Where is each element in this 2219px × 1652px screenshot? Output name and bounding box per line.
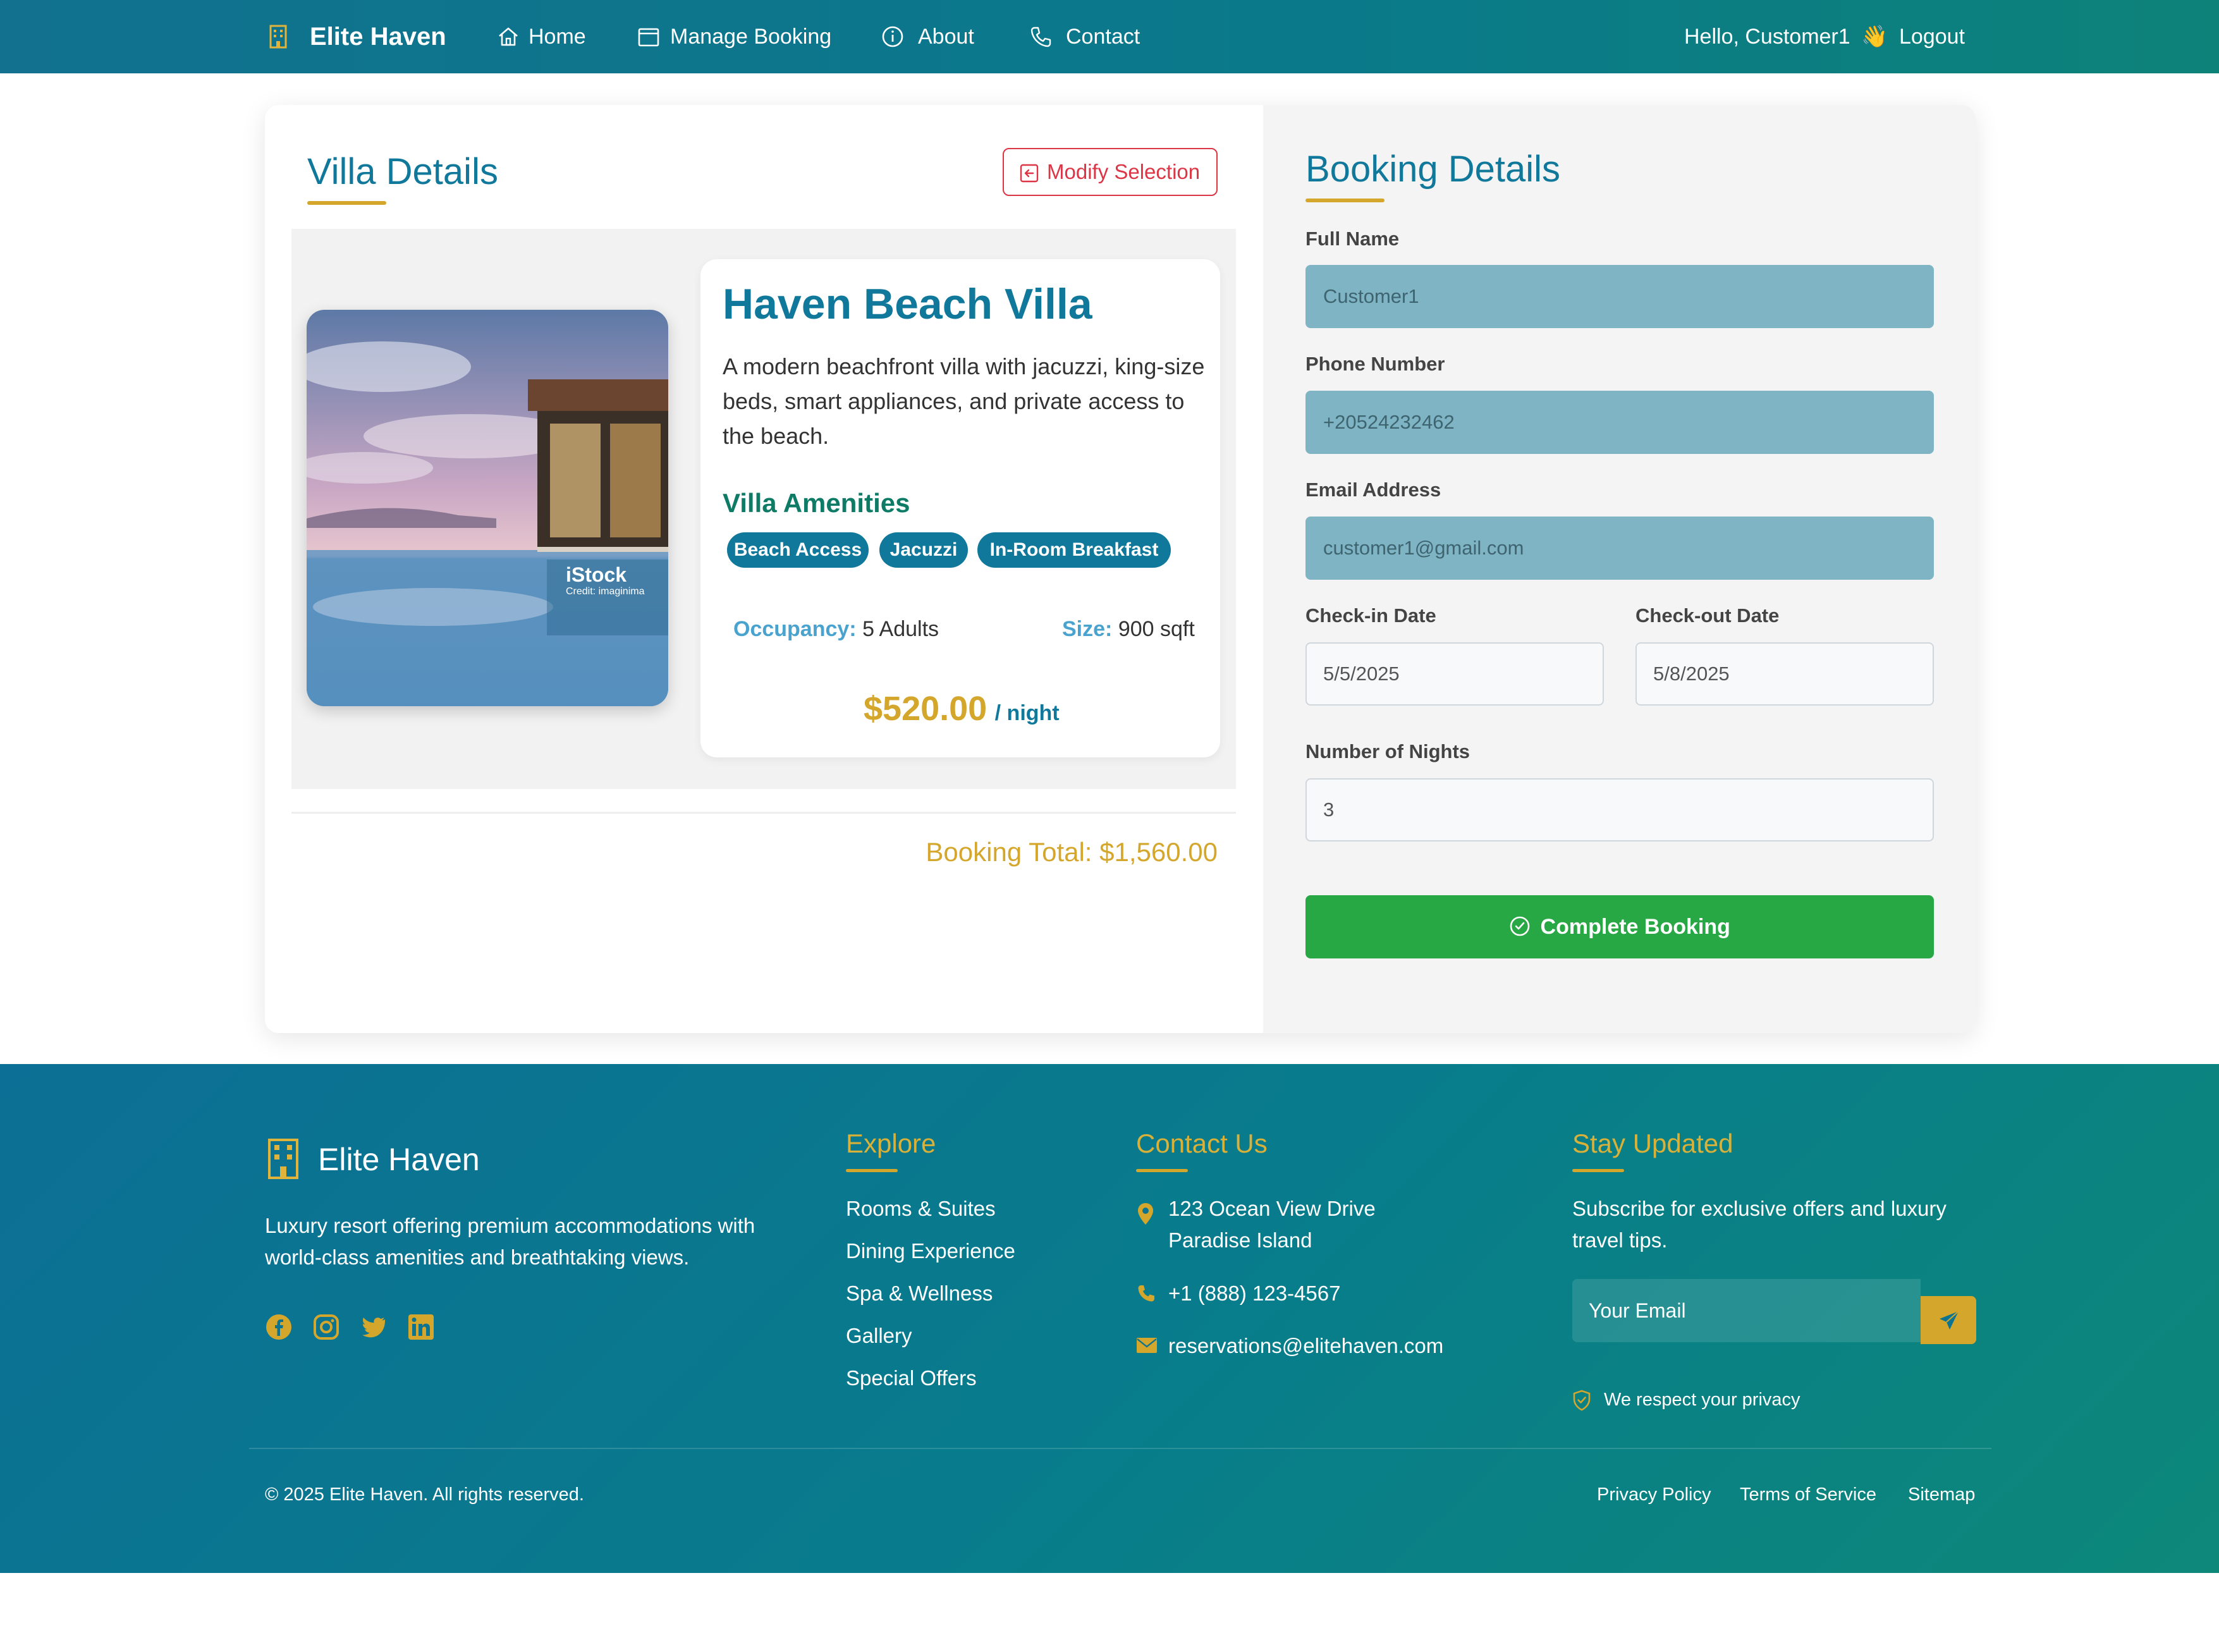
user-greeting-text: Hello, Customer1	[1684, 25, 1850, 49]
explore-underline	[846, 1169, 898, 1172]
address-line2: Paradise Island	[1168, 1228, 1312, 1252]
footer-tagline-line1: Luxury resort offering premium accommoda…	[265, 1214, 755, 1237]
size-label: Size:	[1062, 617, 1113, 641]
privacy-policy-link[interactable]: Privacy Policy	[1597, 1484, 1711, 1505]
sitemap-link[interactable]: Sitemap	[1908, 1484, 1975, 1505]
booking-title-underline	[1305, 199, 1385, 202]
nights-input[interactable]	[1305, 778, 1934, 841]
villa-photo: iStock Credit: imaginima	[307, 310, 668, 706]
villa-details-title: Villa Details	[307, 151, 498, 192]
email-input[interactable]	[1305, 517, 1934, 580]
complete-booking-label: Complete Booking	[1540, 915, 1730, 939]
copyright: © 2025 Elite Haven. All rights reserved.	[265, 1484, 584, 1505]
calendar-icon	[638, 28, 659, 47]
newsletter-subscribe-button[interactable]	[1921, 1296, 1976, 1344]
terms-of-service-link[interactable]: Terms of Service	[1740, 1484, 1876, 1505]
envelope-icon	[1137, 1338, 1157, 1353]
villa-info-card: Haven Beach Villa A modern beachfront vi…	[700, 259, 1220, 757]
full-name-label: Full Name	[1305, 228, 1400, 250]
site-footer: Elite Haven Luxury resort offering premi…	[0, 1064, 2219, 1573]
logout-link[interactable]: Logout	[1899, 0, 1965, 73]
contact-underline	[1136, 1169, 1188, 1172]
size-spec: Size: 900 sqft	[1062, 617, 1195, 642]
contact-title: Contact Us	[1136, 1129, 1268, 1158]
checkin-label: Check-in Date	[1305, 604, 1436, 627]
villa-description: A modern beachfront villa with jacuzzi, …	[723, 353, 1205, 449]
nightly-price: $520.00 / night	[864, 689, 1060, 728]
complete-booking-button[interactable]: Complete Booking	[1305, 895, 1934, 958]
price-amount: $520.00	[864, 690, 987, 728]
user-greeting: Hello, Customer1 👋	[1684, 0, 1888, 73]
nights-label: Number of Nights	[1305, 740, 1470, 762]
building-icon	[268, 1139, 298, 1179]
newsletter-email-input[interactable]	[1572, 1279, 1921, 1342]
newsletter-text-line1: Subscribe for exclusive offers and luxur…	[1572, 1197, 1947, 1220]
nav-link-home-label: Home	[529, 25, 586, 49]
checkin-date-input[interactable]	[1305, 642, 1604, 706]
price-unit: / night	[994, 701, 1060, 725]
map-pin-icon	[1138, 1203, 1153, 1225]
email-label: Email Address	[1305, 479, 1441, 501]
shield-check-icon	[1573, 1390, 1591, 1411]
privacy-note: We respect your privacy	[1604, 1390, 1800, 1410]
info-icon	[882, 26, 903, 47]
villa-name: Haven Beach Villa	[723, 280, 1092, 328]
amenities-title: Villa Amenities	[723, 488, 910, 518]
footer-tagline-line2: world-class amenities and breathtaking v…	[265, 1245, 690, 1269]
phone-icon	[1138, 1285, 1154, 1302]
nav-link-manage-booking-label: Manage Booking	[670, 25, 832, 49]
amenity-badge: Beach Access	[727, 532, 869, 568]
checkout-label: Check-out Date	[1635, 604, 1780, 627]
address-line1: 123 Ocean View Drive	[1168, 1197, 1376, 1220]
linkedin-icon[interactable]	[407, 1313, 435, 1341]
phone-label: Phone Number	[1305, 353, 1445, 375]
villa-photo-illustration: iStock Credit: imaginima	[307, 310, 668, 706]
phone-icon	[1030, 27, 1051, 47]
amenity-badge: In-Room Breakfast	[977, 532, 1171, 568]
occupancy-spec: Occupancy: 5 Adults	[733, 617, 939, 642]
send-icon	[1940, 1311, 1959, 1330]
twitter-icon[interactable]	[360, 1313, 388, 1341]
contact-phone[interactable]: +1 (888) 123-4567	[1168, 1282, 1340, 1306]
occupancy-label: Occupancy:	[733, 617, 857, 641]
footer-link[interactable]: Gallery	[846, 1324, 912, 1348]
modify-selection-button[interactable]: Modify Selection	[1003, 148, 1218, 196]
amenity-badge: Jacuzzi	[879, 532, 968, 568]
phone-input[interactable]	[1305, 391, 1934, 454]
villa-photo-watermark: iStock	[566, 563, 627, 586]
brand-name[interactable]: Elite Haven	[310, 0, 446, 73]
top-navbar: Elite Haven Home Manage Booking About Co…	[0, 0, 2219, 73]
footer-link[interactable]: Dining Experience	[846, 1239, 1015, 1263]
newsletter-title: Stay Updated	[1572, 1129, 1733, 1158]
footer-link[interactable]: Special Offers	[846, 1366, 977, 1390]
newsletter-underline	[1572, 1169, 1624, 1172]
modify-selection-label: Modify Selection	[1047, 160, 1201, 183]
footer-link[interactable]: Rooms & Suites	[846, 1197, 996, 1221]
waving-hand-icon: 👋	[1861, 25, 1888, 49]
home-icon	[499, 27, 518, 46]
occupancy-value: 5 Adults	[862, 617, 939, 641]
villa-photo-credit: Credit: imaginima	[566, 586, 645, 597]
facebook-icon[interactable]	[265, 1313, 293, 1341]
booking-total: Booking Total: $1,560.00	[926, 837, 1218, 867]
size-value: 900 sqft	[1118, 617, 1195, 641]
footer-brand: Elite Haven	[318, 1142, 480, 1177]
contact-email[interactable]: reservations@elitehaven.com	[1168, 1334, 1443, 1358]
booking-details-title: Booking Details	[1305, 149, 1560, 190]
nav-link-contact-label: Contact	[1066, 25, 1140, 49]
villa-title-underline	[307, 201, 386, 205]
instagram-icon[interactable]	[312, 1313, 340, 1341]
full-name-input[interactable]	[1305, 265, 1934, 328]
nav-link-about-label: About	[918, 25, 974, 49]
newsletter-text-line2: travel tips.	[1572, 1228, 1668, 1252]
check-circle-icon	[1510, 916, 1530, 936]
section-divider	[291, 812, 1236, 814]
villa-showcase: iStock Credit: imaginima Haven Beach Vil…	[291, 229, 1236, 789]
explore-title: Explore	[846, 1129, 936, 1158]
footer-divider	[249, 1448, 1991, 1449]
checkout-date-input[interactable]	[1635, 642, 1934, 706]
building-icon	[269, 25, 287, 49]
box-arrow-left-icon	[1020, 164, 1039, 183]
footer-link[interactable]: Spa & Wellness	[846, 1282, 993, 1306]
